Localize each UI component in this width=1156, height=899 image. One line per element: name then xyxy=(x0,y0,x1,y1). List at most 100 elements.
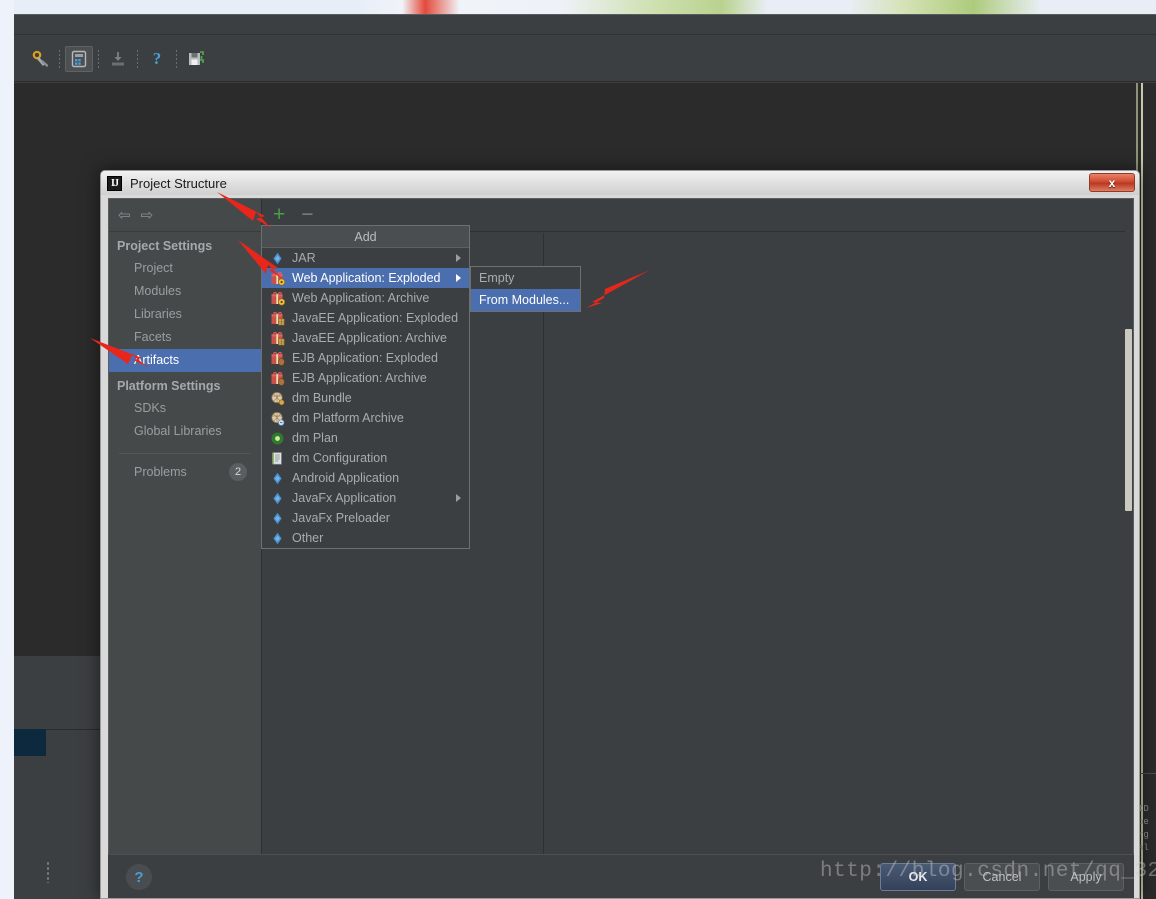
intellij-logo-icon: IJ xyxy=(107,175,122,191)
dialog-titlebar[interactable]: IJ Project Structure x xyxy=(101,171,1139,195)
sidebar-item-project[interactable]: Project xyxy=(109,257,261,280)
project-structure-dialog: IJ Project Structure x ⇦ ⇨ Project Setti… xyxy=(100,170,1140,899)
project-structure-icon[interactable] xyxy=(65,45,93,72)
menu-item-label: EJB Application: Exploded xyxy=(292,351,438,365)
menu-item-dm-configuration[interactable]: dm Configuration xyxy=(262,448,469,468)
ejb-exploded-icon xyxy=(270,351,285,366)
forward-arrow-icon[interactable]: ⇨ xyxy=(141,206,154,224)
remove-artifact-button[interactable]: − xyxy=(301,204,313,225)
back-arrow-icon[interactable]: ⇦ xyxy=(118,206,131,224)
sidebar-item-sdks[interactable]: SDKs xyxy=(109,397,261,420)
sidebar-item-problems-label: Problems xyxy=(134,465,187,479)
menu-item-ejb-application-archive[interactable]: EJB Application: Archive xyxy=(262,368,469,388)
submenu-item-from-modules[interactable]: From Modules... xyxy=(471,289,580,311)
menu-item-label: Web Application: Exploded xyxy=(292,271,441,285)
close-icon[interactable]: x xyxy=(1089,173,1135,192)
ejb-archive-icon xyxy=(270,371,285,386)
dialog-sidebar: ⇦ ⇨ Project Settings Project Modules Lib… xyxy=(109,199,262,895)
sidebar-group-platform-settings: Platform Settings xyxy=(117,379,221,393)
chevron-right-icon xyxy=(456,274,461,282)
menu-item-javaee-application-exploded[interactable]: JavaEE Application: Exploded xyxy=(262,308,469,328)
toolbar-separator xyxy=(176,49,177,68)
add-artifact-menu: Add JAR Web Application: Exploded Web Ap… xyxy=(261,225,470,549)
scrollbar-thumb[interactable] xyxy=(1125,329,1132,511)
menu-item-label: Web Application: Archive xyxy=(292,291,430,305)
problems-count-badge: 2 xyxy=(229,463,247,481)
menu-item-javaee-application-archive[interactable]: JavaEE Application: Archive xyxy=(262,328,469,348)
dialog-vertical-scrollbar[interactable] xyxy=(1125,199,1132,895)
ide-menubar xyxy=(14,15,1156,35)
javafx-app-diamond-icon xyxy=(270,491,285,506)
column-divider-1[interactable] xyxy=(543,233,544,895)
chevron-right-icon xyxy=(456,254,461,262)
menu-item-dm-platform-archive[interactable]: dm Platform Archive xyxy=(262,408,469,428)
background-window-sliver xyxy=(14,0,1156,14)
menu-item-label: dm Bundle xyxy=(292,391,352,405)
menu-item-label: JavaFx Application xyxy=(292,491,397,505)
sidebar-item-problems[interactable]: Problems 2 xyxy=(109,454,261,485)
jar-diamond-icon xyxy=(270,251,285,266)
web-app-archive-icon xyxy=(270,291,286,306)
menu-item-label: JAR xyxy=(292,251,316,265)
right-gutter-label: ID pe rg al xyxy=(1138,804,1149,853)
menu-item-label: Android Application xyxy=(292,471,400,485)
menu-item-label: JavaEE Application: Archive xyxy=(292,331,447,345)
menu-item-label: JavaEE Application: Exploded xyxy=(292,311,459,325)
menu-item-other[interactable]: Other xyxy=(262,528,469,548)
chevron-right-icon xyxy=(456,494,461,502)
menu-item-jar[interactable]: JAR xyxy=(262,248,469,268)
sidebar-nav-arrows: ⇦ ⇨ xyxy=(109,199,261,232)
javaee-exploded-icon xyxy=(270,311,285,326)
ide-toolbar: ? xyxy=(14,36,1156,82)
add-menu-header: Add xyxy=(262,226,469,248)
dialog-title: Project Structure xyxy=(130,175,227,191)
other-diamond-icon xyxy=(270,531,285,546)
menu-item-label: JavaFx Preloader xyxy=(292,511,390,525)
submenu-item-empty[interactable]: Empty xyxy=(471,267,580,289)
menu-item-label: dm Platform Archive xyxy=(292,411,404,425)
menu-item-label: dm Plan xyxy=(292,431,338,445)
javaee-archive-icon xyxy=(270,331,285,346)
sidebar-item-artifacts[interactable]: Artifacts xyxy=(109,349,261,372)
add-artifact-button[interactable]: + xyxy=(273,204,285,225)
right-gutter-divider xyxy=(1138,773,1156,774)
pane-resize-grip[interactable] xyxy=(46,861,50,883)
android-app-diamond-icon xyxy=(270,471,285,486)
menu-item-label: EJB Application: Archive xyxy=(292,371,427,385)
web-app-exploded-icon xyxy=(270,271,286,286)
settings-wrench-icon[interactable] xyxy=(26,46,54,72)
sidebar-item-libraries[interactable]: Libraries xyxy=(109,303,261,326)
toolbar-separator xyxy=(59,49,60,68)
menu-item-web-application-exploded[interactable]: Web Application: Exploded xyxy=(262,268,469,288)
menu-item-label: dm Configuration xyxy=(292,451,388,465)
dm-plan-icon xyxy=(270,431,285,446)
watermark-text: http://blog.csdn.net/qq_32378595 xyxy=(820,860,1156,883)
menu-item-ejb-application-exploded[interactable]: EJB Application: Exploded xyxy=(262,348,469,368)
dm-platform-archive-icon xyxy=(270,411,285,426)
ide-left-pane-tab[interactable] xyxy=(14,729,46,756)
help-question-icon[interactable]: ? xyxy=(143,46,171,72)
sidebar-group-project-settings: Project Settings xyxy=(117,239,213,253)
dm-configuration-icon xyxy=(270,451,285,466)
right-gutter-bar-light xyxy=(1141,83,1143,899)
menu-item-javafx-preloader[interactable]: JavaFx Preloader xyxy=(262,508,469,528)
menu-item-javafx-application[interactable]: JavaFx Application xyxy=(262,488,469,508)
sidebar-item-facets[interactable]: Facets xyxy=(109,326,261,349)
menu-item-web-application-archive[interactable]: Web Application: Archive xyxy=(262,288,469,308)
ide-left-tool-pane xyxy=(14,655,114,899)
sidebar-item-modules[interactable]: Modules xyxy=(109,280,261,303)
help-question-icon[interactable]: ? xyxy=(126,864,152,890)
screen-root: ? ID pe rg al IJ Project Structure x ⇦ ⇨… xyxy=(0,0,1156,899)
save-all-icon[interactable] xyxy=(182,46,210,72)
javafx-preloader-diamond-icon xyxy=(270,511,285,526)
sidebar-item-global-libraries[interactable]: Global Libraries xyxy=(109,420,261,443)
update-project-icon[interactable] xyxy=(104,46,132,72)
menu-item-dm-plan[interactable]: dm Plan xyxy=(262,428,469,448)
toolbar-separator xyxy=(137,49,138,68)
menu-item-label: Other xyxy=(292,531,324,545)
web-application-exploded-submenu: Empty From Modules... xyxy=(470,266,581,312)
menu-item-dm-bundle[interactable]: dm Bundle xyxy=(262,388,469,408)
toolbar-separator xyxy=(98,49,99,68)
dm-bundle-icon xyxy=(270,391,285,406)
menu-item-android-application[interactable]: Android Application xyxy=(262,468,469,488)
